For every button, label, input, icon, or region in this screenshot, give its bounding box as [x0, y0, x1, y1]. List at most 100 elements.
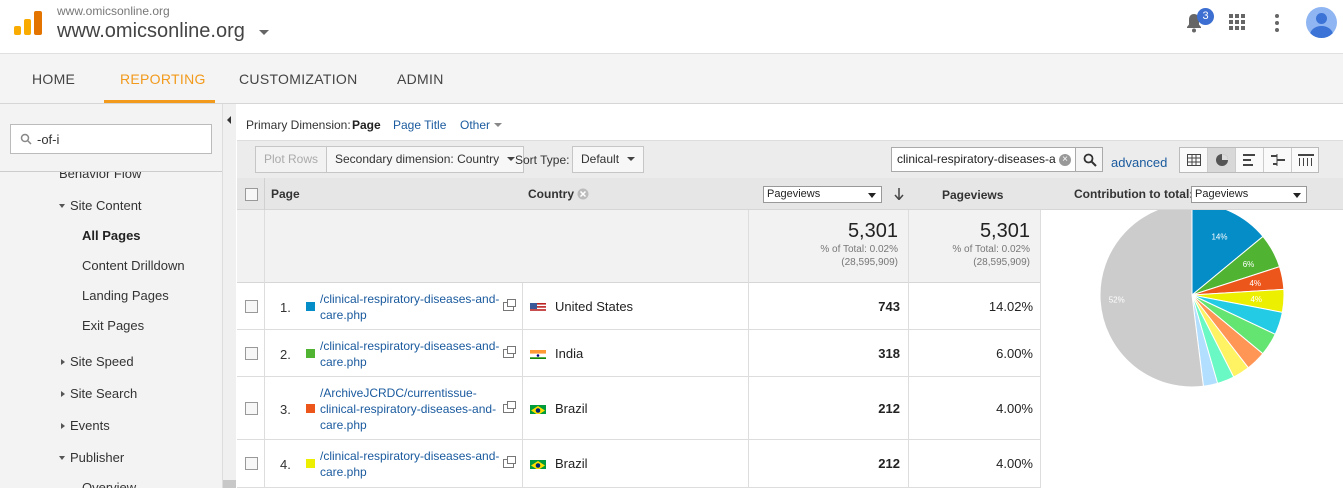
- table-row[interactable]: 2. /clinical-respiratory-diseases-and-ca…: [237, 330, 1040, 377]
- metric-select[interactable]: Pageviews: [763, 186, 882, 203]
- column-page[interactable]: Page: [271, 187, 300, 201]
- divider: [264, 210, 265, 283]
- sidebar-item-site-search[interactable]: Site Search: [61, 386, 137, 401]
- sort-type-dropdown[interactable]: Default: [572, 146, 645, 173]
- tab-admin[interactable]: ADMIN: [397, 71, 444, 87]
- advanced-link[interactable]: advanced: [1111, 155, 1167, 170]
- pivot-view-icon[interactable]: [1292, 148, 1320, 172]
- divider: [748, 377, 749, 439]
- metric-select-value: Pageviews: [767, 188, 821, 200]
- contribution-pie-chart[interactable]: 14% 6% 4% 4% 52%: [1041, 202, 1343, 488]
- sidebar-item-overview[interactable]: Overview: [82, 480, 136, 488]
- divider: [522, 283, 523, 329]
- clear-icon[interactable]: ×: [1059, 154, 1071, 166]
- table-row[interactable]: 3. /ArchiveJCRDC/currentissue-clinical-r…: [237, 377, 1040, 440]
- summary-pageviews-a: 5,301 % of Total: 0.02% (28,595,909): [748, 210, 908, 283]
- remove-dimension-icon[interactable]: [577, 188, 589, 200]
- sidebar-item-exit-pages[interactable]: Exit Pages: [82, 318, 144, 333]
- sort-down-arrow-icon[interactable]: [894, 188, 904, 200]
- open-external-icon[interactable]: [503, 456, 516, 468]
- table-row[interactable]: 1. /clinical-respiratory-diseases-and-ca…: [237, 283, 1040, 330]
- page-link[interactable]: /clinical-respiratory-diseases-and-care.…: [320, 448, 500, 480]
- sidebar-item-all-pages[interactable]: All Pages: [82, 228, 141, 243]
- comparison-view-icon[interactable]: [1264, 148, 1292, 172]
- row-checkbox[interactable]: [245, 300, 258, 313]
- row-checkbox[interactable]: [245, 347, 258, 360]
- sidebar-nav: Behavior Flow Site Content All Pages Con…: [0, 172, 222, 488]
- summary-total: 5,301: [847, 220, 898, 242]
- more-vert-icon[interactable]: [1275, 14, 1279, 32]
- row-checkbox[interactable]: [245, 457, 258, 470]
- pie-view-icon[interactable]: [1208, 148, 1236, 172]
- flag-india-icon: [530, 348, 546, 359]
- account-selector[interactable]: www.omicsonline.org: [57, 20, 245, 43]
- dimension-page[interactable]: Page: [352, 118, 381, 132]
- filter-value: clinical-respiratory-diseases-a: [897, 152, 1056, 166]
- notification-badge: 3: [1197, 8, 1214, 25]
- secondary-dimension-dropdown[interactable]: Secondary dimension: Country: [326, 146, 525, 173]
- divider: [908, 330, 909, 376]
- table-header: Page Country Pageviews Pageviews Contrib…: [237, 178, 1343, 210]
- country-name: Brazil: [555, 401, 588, 416]
- scroll-thumb[interactable]: [223, 480, 236, 488]
- pageviews-percent: 6.00%: [996, 346, 1033, 361]
- dimension-page-title[interactable]: Page Title: [393, 118, 446, 132]
- divider: [748, 440, 749, 487]
- expanded-icon: [59, 456, 65, 460]
- contribution-select-value: Pageviews: [1195, 188, 1249, 200]
- performance-view-icon[interactable]: [1236, 148, 1264, 172]
- sidebar-item-content-drilldown[interactable]: Content Drilldown: [82, 258, 185, 273]
- open-external-icon[interactable]: [503, 401, 516, 413]
- avatar[interactable]: [1306, 7, 1337, 38]
- select-all-checkbox[interactable]: [245, 188, 258, 201]
- flag-brazil-icon: [530, 458, 546, 469]
- caret-down-icon: [494, 123, 503, 127]
- sidebar-item-publisher[interactable]: Publisher: [59, 450, 124, 465]
- table-view-icon[interactable]: [1180, 148, 1208, 172]
- sidebar-item-landing-pages[interactable]: Landing Pages: [82, 288, 169, 303]
- row-color-swatch: [306, 302, 315, 311]
- collapse-sidebar-icon[interactable]: [227, 116, 231, 124]
- apps-grid-icon[interactable]: [1229, 14, 1245, 30]
- sidebar: -of-i Behavior Flow Site Content All Pag…: [0, 104, 236, 488]
- plot-rows-button[interactable]: Plot Rows: [255, 146, 328, 173]
- filter-search-button[interactable]: [1075, 147, 1103, 172]
- page-link[interactable]: /clinical-respiratory-diseases-and-care.…: [320, 338, 500, 370]
- column-country[interactable]: Country: [528, 187, 574, 201]
- divider: [908, 283, 909, 329]
- tab-customization[interactable]: CUSTOMIZATION: [239, 71, 358, 87]
- caret-down-icon[interactable]: [259, 30, 269, 35]
- pageviews-percent: 4.00%: [996, 456, 1033, 471]
- contribution-select[interactable]: Pageviews: [1191, 186, 1307, 203]
- divider: [908, 440, 909, 487]
- sidebar-item-site-content[interactable]: Site Content: [59, 198, 142, 213]
- row-index: 4.: [280, 457, 291, 472]
- sidebar-item-label: Site Content: [70, 198, 142, 213]
- tab-reporting[interactable]: REPORTING: [120, 71, 206, 87]
- sidebar-item-label: Site Search: [70, 386, 138, 401]
- tab-home[interactable]: HOME: [32, 71, 75, 87]
- dimension-other[interactable]: Other: [460, 118, 503, 132]
- filter-input[interactable]: clinical-respiratory-diseases-a ×: [891, 147, 1076, 172]
- analytics-logo[interactable]: [14, 11, 42, 35]
- page-link[interactable]: /ArchiveJCRDC/currentissue-clinical-resp…: [320, 385, 500, 433]
- row-checkbox[interactable]: [245, 402, 258, 415]
- divider: [264, 283, 265, 329]
- sidebar-item-behavior-flow[interactable]: Behavior Flow: [59, 172, 141, 181]
- column-pageviews[interactable]: Pageviews: [942, 188, 1003, 202]
- sidebar-item-events[interactable]: Events: [61, 418, 110, 433]
- open-external-icon[interactable]: [503, 299, 516, 311]
- report-content: Primary Dimension: Page Page Title Other…: [237, 104, 1343, 488]
- summary-overall: (28,595,909): [841, 257, 898, 268]
- page-link[interactable]: /clinical-respiratory-diseases-and-care.…: [320, 291, 500, 323]
- open-external-icon[interactable]: [503, 346, 516, 358]
- sidebar-item-site-speed[interactable]: Site Speed: [61, 354, 134, 369]
- sort-type-value: Default: [581, 152, 620, 166]
- collapsed-icon: [61, 391, 65, 397]
- dimension-other-label: Other: [460, 118, 491, 132]
- table-row[interactable]: 4. /clinical-respiratory-diseases-and-ca…: [237, 440, 1040, 488]
- country-name: Brazil: [555, 456, 588, 471]
- caret-down-icon: [627, 157, 636, 161]
- sidebar-search-input[interactable]: -of-i: [10, 124, 212, 154]
- sidebar-scrollbar[interactable]: [222, 104, 236, 488]
